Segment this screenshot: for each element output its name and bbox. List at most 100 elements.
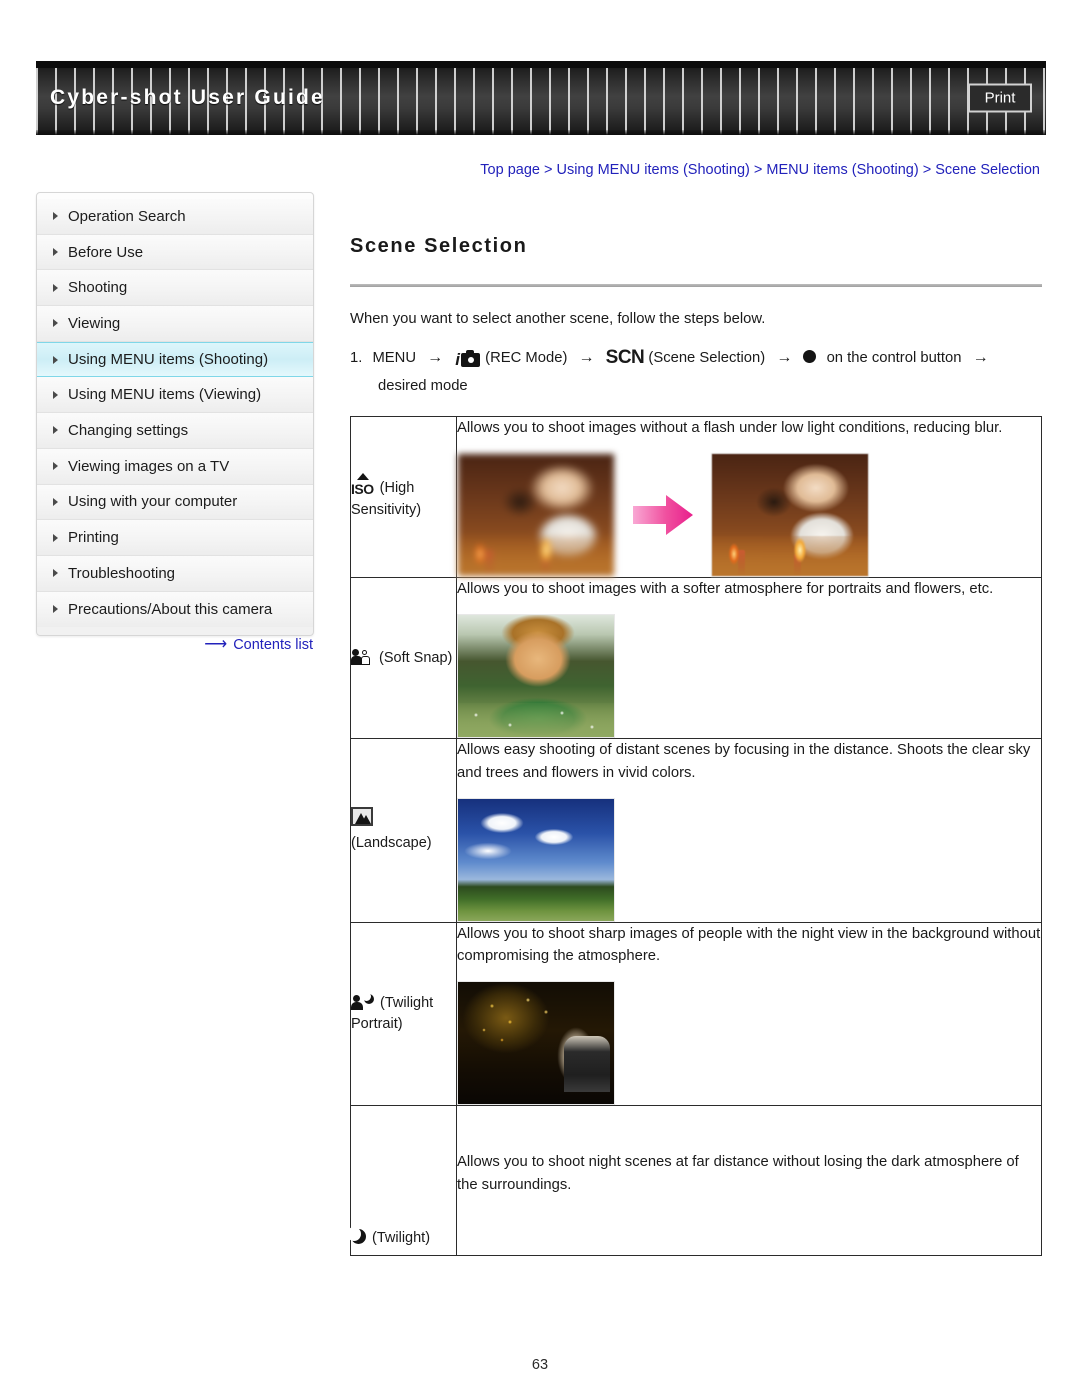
arrow-icon: → [972, 348, 989, 366]
rec-mode-label: (REC Mode) [485, 349, 568, 366]
sidebar-item-using-with-your-computer[interactable]: Using with your computer [37, 484, 313, 521]
twilight-portrait-icon [351, 991, 374, 1010]
sidebar-item-label: Using with your computer [68, 493, 238, 511]
landscape-icon [351, 807, 373, 827]
main-content: Scene Selection When you want to select … [347, 222, 1042, 1257]
sidebar-item-operation-search[interactable]: Operation Search [37, 199, 313, 235]
table-row: ISO (High Sensitivity) Allows you to sho… [350, 416, 1042, 579]
scene-description: Allows you to shoot sharp images of peop… [457, 925, 1041, 964]
scene-icon-cell: (Landscape) [350, 738, 457, 923]
print-button[interactable]: Print [968, 83, 1032, 113]
iso-high-sensitivity-icon: ISO [351, 473, 374, 499]
step-instruction: 1. MENU → i (REC Mode) → SCN (Scene Sele… [350, 343, 1042, 398]
title-divider [350, 283, 1042, 287]
photo-sharp-dinner [711, 453, 869, 578]
triangle-bullet-icon [53, 248, 58, 257]
scene-description-cell: Allows easy shooting of distant scenes b… [456, 738, 1042, 923]
desired-mode-label: desired mode [378, 378, 468, 395]
sidebar-navigation: Operation Search Before Use Shooting Vie… [36, 192, 314, 637]
scene-description-cell: Allows you to shoot sharp images of peop… [456, 921, 1042, 1107]
step-number: 1. [350, 349, 363, 366]
menu-label: MENU [372, 349, 417, 366]
table-row: (Twilight) Allows you to shoot night sce… [347, 1105, 1042, 1257]
photo-group [457, 981, 1041, 1106]
contents-list-label: Contents list [233, 637, 313, 653]
app-header: Cyber-shot User Guide Print [36, 61, 1046, 135]
triangle-bullet-icon [53, 355, 58, 364]
arrow-icon: → [776, 348, 793, 366]
photo-soft-snap-boy [457, 614, 615, 739]
scene-icon-cell: (Twilight) [347, 1105, 457, 1257]
scene-selection-label: (Scene Selection) [648, 349, 766, 366]
contents-list-link[interactable]: ⟶ Contents list [36, 636, 314, 654]
photo-group [457, 797, 1041, 922]
arrow-icon: → [427, 348, 444, 366]
sidebar-item-using-menu-items-shooting[interactable]: Using MENU items (Shooting) [37, 341, 313, 378]
sidebar-item-before-use[interactable]: Before Use [37, 234, 313, 271]
scene-label: (Soft Snap) [379, 649, 453, 666]
sidebar-item-label: Using MENU items (Shooting) [68, 351, 269, 369]
soft-snap-icon [351, 648, 373, 665]
pink-arrow-icon [633, 493, 693, 537]
scene-label: (Twilight) [372, 1230, 431, 1247]
photo-blurred-dinner [457, 453, 615, 578]
sidebar-item-using-menu-items-viewing[interactable]: Using MENU items (Viewing) [37, 377, 313, 414]
scene-description: Allows you to shoot images without a fla… [457, 420, 1003, 437]
sidebar-item-label: Viewing images on a TV [68, 457, 230, 475]
scene-description: Allows you to shoot images with a softer… [457, 581, 994, 598]
twilight-icon [347, 1227, 366, 1245]
triangle-bullet-icon [53, 569, 58, 578]
arrow-icon: → [578, 348, 595, 366]
iso-text: ISO [351, 481, 374, 498]
table-row: (Landscape) Allows easy shooting of dist… [350, 738, 1042, 923]
sidebar-item-label: Operation Search [68, 207, 186, 225]
intro-text: When you want to select another scene, f… [350, 310, 766, 327]
camera-icon [461, 349, 481, 367]
sidebar-item-label: Using MENU items (Viewing) [68, 386, 262, 404]
scn-icon: SCN [605, 346, 645, 368]
sidebar-item-precautions-about-this-camera[interactable]: Precautions/About this camera [37, 591, 313, 628]
sidebar-item-label: Viewing [68, 314, 121, 332]
triangle-bullet-icon [53, 462, 58, 471]
right-arrow-icon: ⟶ [204, 636, 228, 653]
triangle-bullet-icon [53, 319, 58, 328]
sidebar-item-printing[interactable]: Printing [37, 520, 313, 556]
triangle-bullet-icon [53, 283, 58, 292]
header-title: Cyber-shot User Guide [50, 86, 325, 109]
sidebar-item-label: Before Use [68, 243, 144, 261]
sidebar-item-label: Troubleshooting [68, 564, 176, 582]
triangle-bullet-icon [53, 426, 58, 435]
sidebar-item-label: Shooting [68, 279, 128, 297]
sidebar-item-label: Changing settings [68, 421, 189, 439]
scene-description-cell: Allows you to shoot images with a softer… [456, 577, 1042, 740]
rec-mode-icon: i [455, 347, 481, 373]
table-row: (Soft Snap) Allows you to shoot images w… [350, 577, 1042, 740]
sidebar-item-label: Printing [68, 529, 119, 547]
sidebar-item-shooting[interactable]: Shooting [37, 270, 313, 307]
sidebar-item-viewing[interactable]: Viewing [37, 306, 313, 342]
triangle-bullet-icon [53, 497, 58, 506]
breadcrumb[interactable]: Top page > Using MENU items (Shooting) >… [480, 162, 1040, 178]
table-row: (Twilight Portrait) Allows you to shoot … [350, 921, 1042, 1107]
triangle-up-icon [357, 473, 369, 481]
control-button-label: on the control button [826, 349, 962, 366]
sidebar-item-changing-settings[interactable]: Changing settings [37, 413, 313, 449]
triangle-bullet-icon [53, 390, 58, 399]
sidebar-item-troubleshooting[interactable]: Troubleshooting [37, 555, 313, 592]
scene-description-cell: Allows you to shoot night scenes at far … [456, 1105, 1042, 1257]
control-button-dot-icon [803, 349, 817, 363]
page-title: Scene Selection [350, 235, 528, 258]
scene-label: (Landscape) [351, 835, 432, 852]
scene-icon-cell: (Twilight Portrait) [350, 921, 457, 1107]
scene-description: Allows easy shooting of distant scenes b… [457, 742, 1031, 781]
rec-mode-letter: i [455, 349, 461, 369]
sidebar-item-viewing-images-on-a-tv[interactable]: Viewing images on a TV [37, 448, 313, 485]
scene-modes-table: ISO (High Sensitivity) Allows you to sho… [347, 416, 1042, 1257]
scene-description-cell: Allows you to shoot images without a fla… [456, 416, 1042, 579]
triangle-bullet-icon [53, 605, 58, 614]
scene-description: Allows you to shoot night scenes at far … [457, 1154, 1019, 1193]
scene-icon-cell: ISO (High Sensitivity) [350, 416, 457, 579]
sidebar-item-label: Precautions/About this camera [68, 600, 273, 618]
triangle-bullet-icon [53, 212, 58, 221]
scene-icon-cell: (Soft Snap) [350, 577, 457, 740]
